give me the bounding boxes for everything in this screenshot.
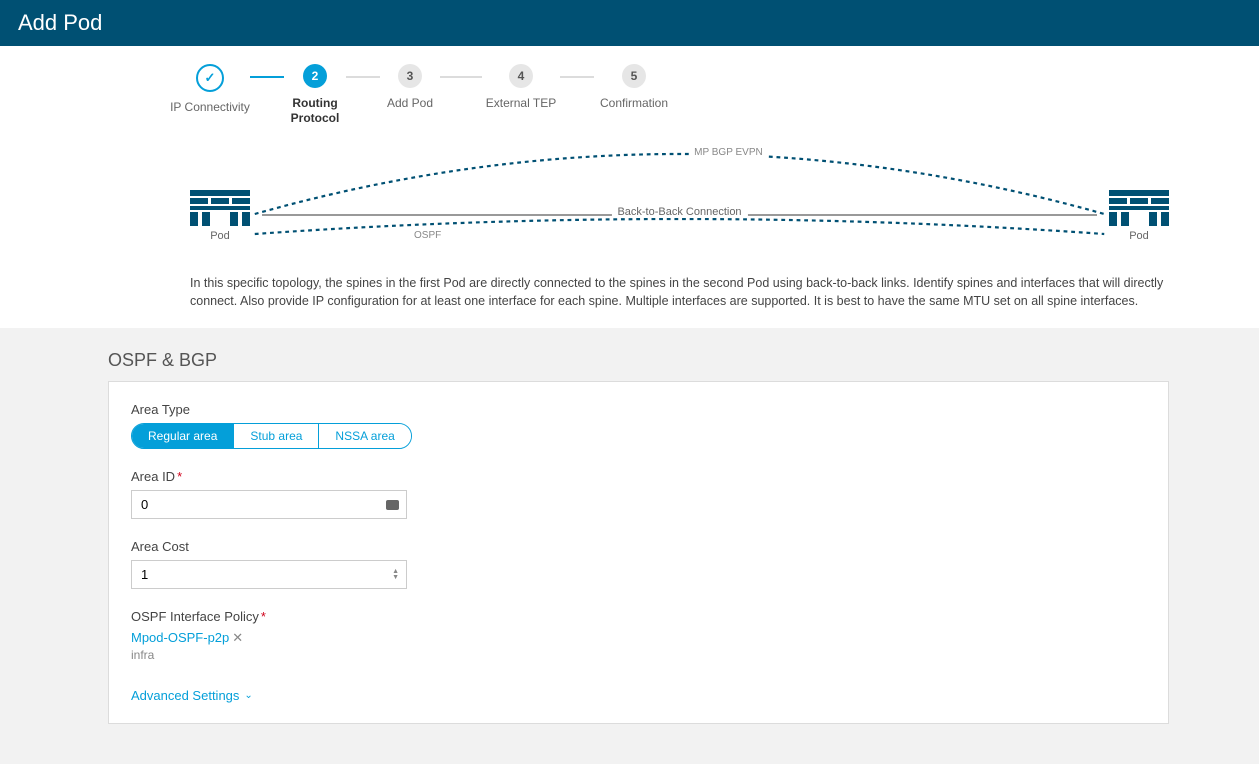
- step-connector: [440, 76, 482, 78]
- ospf-policy-link[interactable]: Mpod-OSPF-p2p: [131, 630, 229, 645]
- area-type-stub[interactable]: Stub area: [233, 424, 318, 448]
- area-cost-input[interactable]: [139, 566, 392, 583]
- evpn-label: MP BGP EVPN: [690, 147, 767, 158]
- form-card: Area Type Regular area Stub area NSSA ar…: [108, 381, 1169, 724]
- connection-label: Back-to-Back Connection: [611, 206, 747, 218]
- step-ip-connectivity[interactable]: IP Connectivity: [170, 64, 250, 115]
- step-confirmation[interactable]: 5 Confirmation: [594, 64, 674, 111]
- advanced-settings-toggle[interactable]: Advanced Settings ⌄: [131, 688, 253, 703]
- topology-diagram: MP BGP EVPN Back-to-Back Connection OSPF…: [190, 144, 1169, 264]
- step-connector: [560, 76, 594, 78]
- required-mark: *: [177, 469, 182, 484]
- stepper-icon[interactable]: ▲▼: [392, 569, 399, 581]
- step-connector: [250, 76, 284, 78]
- ospf-policy-tenant: infra: [131, 648, 1146, 662]
- keyboard-icon[interactable]: [386, 500, 399, 510]
- wizard-steps: IP Connectivity 2 Routing Protocol 3 Add…: [170, 64, 1259, 126]
- area-type-regular[interactable]: Regular area: [132, 424, 233, 448]
- step-connector: [346, 76, 380, 78]
- topology-arcs: [250, 144, 1109, 254]
- area-type-nssa[interactable]: NSSA area: [318, 424, 410, 448]
- ospf-label: OSPF: [410, 230, 445, 241]
- area-id-input-wrap: [131, 490, 407, 519]
- area-cost-input-wrap: ▲▼: [131, 560, 407, 589]
- switch-icon: [1109, 190, 1169, 226]
- clear-policy-icon[interactable]: ✕: [232, 630, 243, 645]
- check-icon: [205, 70, 216, 86]
- field-area-type: Area Type Regular area Stub area NSSA ar…: [131, 402, 1146, 449]
- pod-left-icon: Pod: [190, 190, 250, 242]
- field-area-id: Area ID*: [131, 469, 1146, 519]
- page-title: Add Pod: [18, 10, 102, 35]
- area-id-input[interactable]: [139, 496, 386, 513]
- required-mark: *: [261, 609, 266, 624]
- section-title: OSPF & BGP: [108, 350, 1169, 371]
- page-header: Add Pod: [0, 0, 1259, 46]
- step-add-pod[interactable]: 3 Add Pod: [380, 64, 440, 111]
- area-type-segment: Regular area Stub area NSSA area: [131, 423, 412, 449]
- switch-icon: [190, 190, 250, 226]
- topology-description: In this specific topology, the spines in…: [190, 274, 1169, 310]
- form-section: OSPF & BGP Area Type Regular area Stub a…: [0, 328, 1259, 764]
- pod-right-icon: Pod: [1109, 190, 1169, 242]
- step-routing-protocol[interactable]: 2 Routing Protocol: [284, 64, 346, 126]
- step-external-tep[interactable]: 4 External TEP: [482, 64, 560, 111]
- field-area-cost: Area Cost ▲▼: [131, 539, 1146, 589]
- field-ospf-policy: OSPF Interface Policy* Mpod-OSPF-p2p✕ in…: [131, 609, 1146, 662]
- chevron-down-icon: ⌄: [244, 690, 252, 701]
